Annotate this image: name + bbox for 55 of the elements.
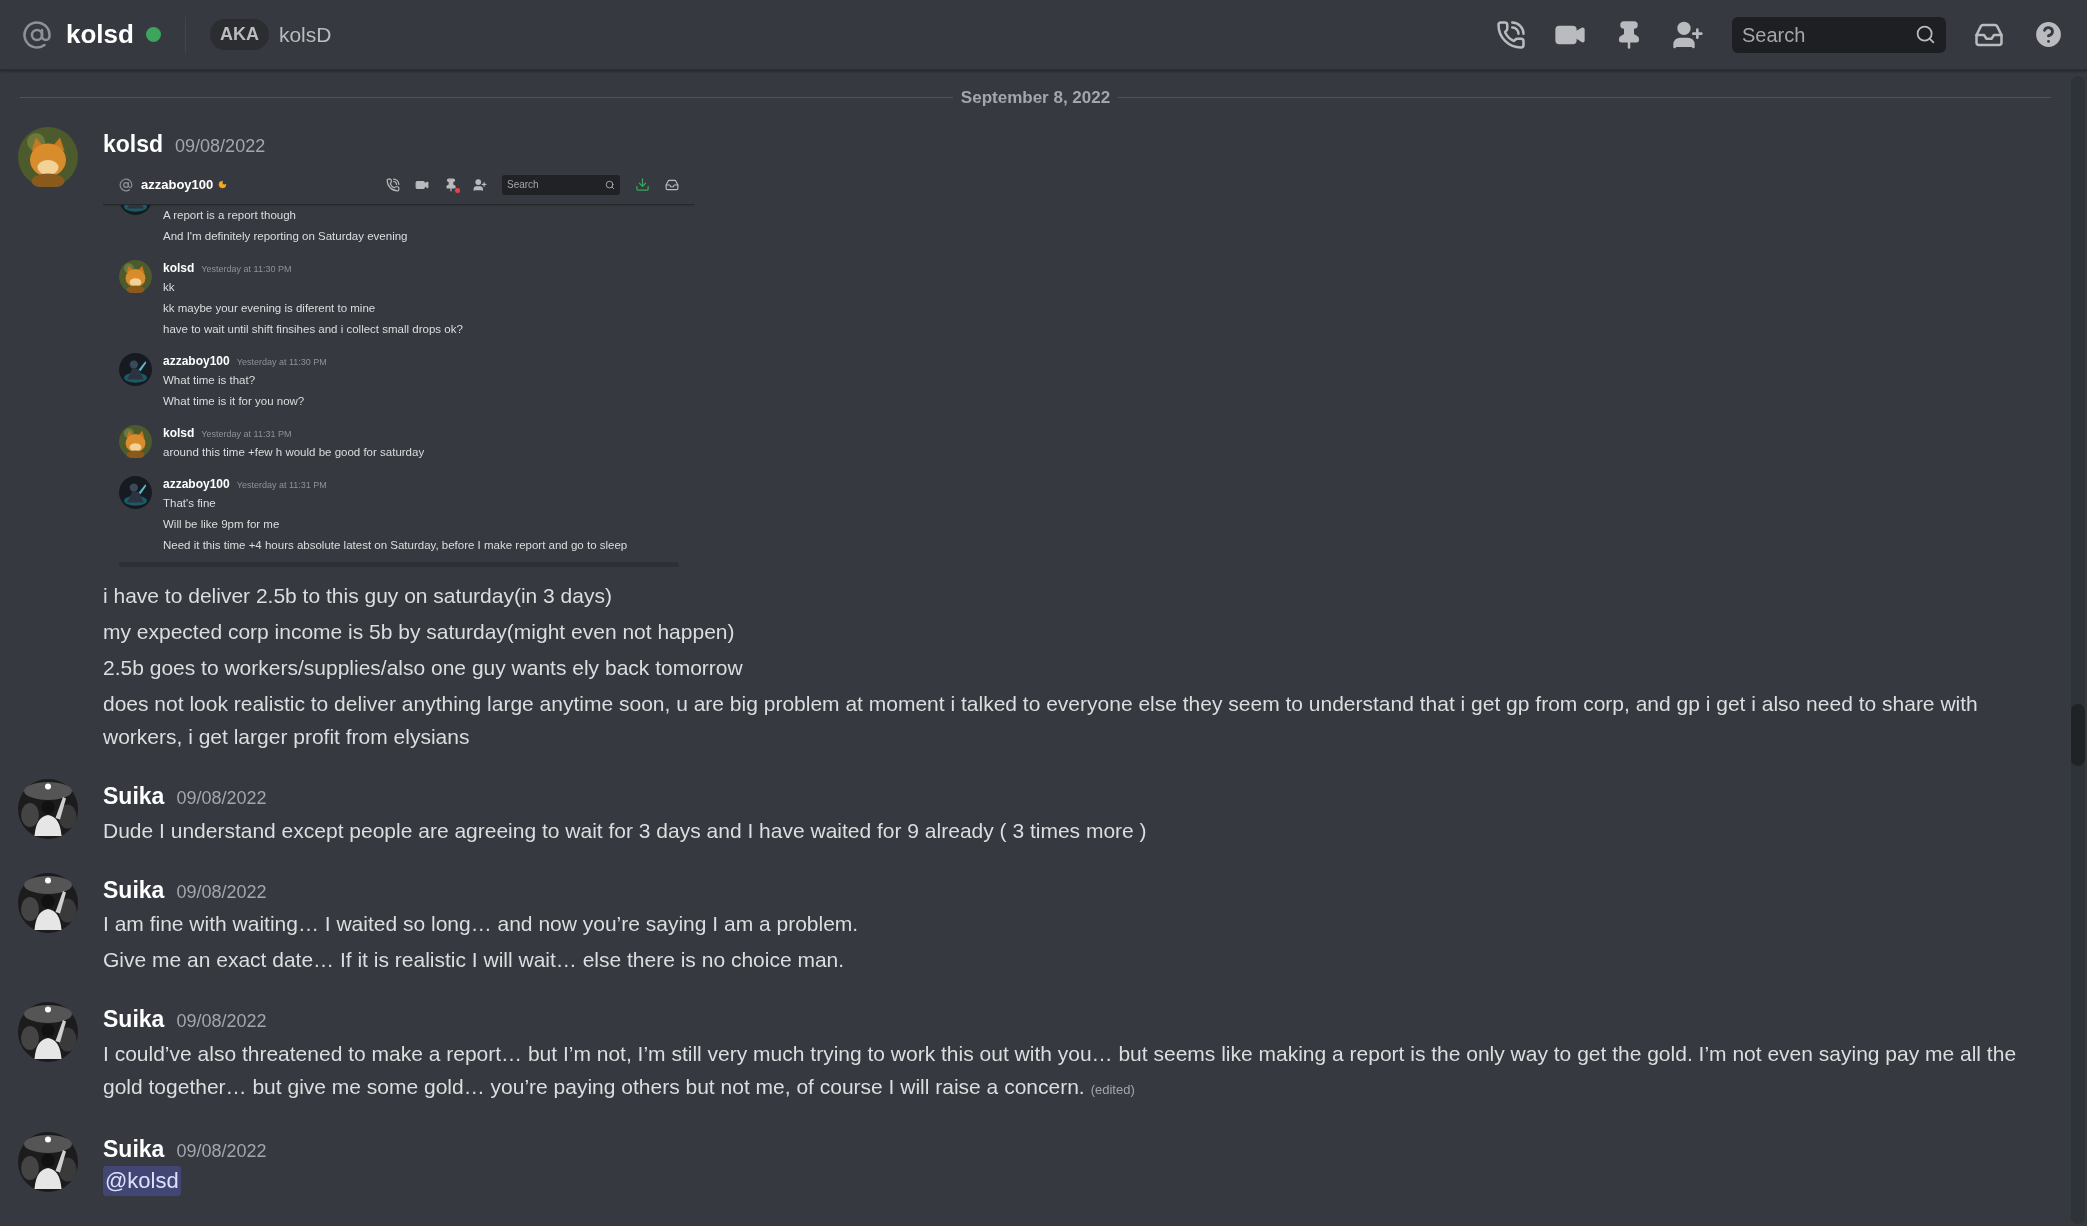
message-text: A report is a report though: [163, 208, 297, 223]
username: kolsd: [163, 260, 195, 276]
timestamp: Yesterday at 11:30 PM: [236, 356, 327, 369]
mention[interactable]: @kolsd: [103, 1166, 181, 1196]
message-text: What time is it for you now?: [163, 394, 306, 409]
message-text: Give me an exact date… If it is realistic I will wait… else there is no choice man.: [103, 947, 846, 973]
message-text: Dude I understand except people are agreeing to wait for 3 days and I have waited for 9 already ( 3 times more ): [103, 817, 1147, 844]
timestamp: 09/08/2022: [176, 880, 267, 904]
add-user-icon[interactable]: [473, 177, 487, 192]
message-text: Will be like 9pm for me: [163, 517, 281, 532]
message-text: i have to deliver 2.5b to this guy on saturday(in 3 days): [103, 583, 613, 609]
timestamp: Yesterday at 11:30 PM: [201, 263, 292, 276]
message-text: That's fine: [163, 496, 217, 511]
username: azzaboy100: [163, 353, 230, 369]
message-text: 2.5b goes to workers/supplies/also one guy wants ely back tomorrow: [103, 655, 744, 681]
channel-title: azzaboy100: [141, 175, 214, 194]
timestamp: 09/08/2022: [176, 1010, 267, 1033]
username: kolsd: [103, 129, 164, 159]
message-text: kk maybe your evening is diferent to mine: [163, 301, 377, 316]
search-icon: [605, 179, 615, 190]
message-text: Need it this time +4 hours absolute latest on Saturday, before I make report and go to sleep: [163, 538, 628, 553]
username: azzaboy100: [163, 476, 230, 492]
date-divider: September 8, 2022: [959, 87, 1112, 109]
timestamp: 09/08/2022: [175, 134, 266, 158]
message-text: I could’ve also threatened to make a report… but I’m not, I’m still very much trying to work this out with you… but seems like making a report is the only way to get the gold. I’m not even saying pay me all the gold together… but give me some gold… you’re paying others but not me, of course I will raise a concern. (edited): [103, 1040, 2018, 1100]
aka-badge: AKA: [209, 19, 269, 50]
pin-icon[interactable]: [444, 177, 458, 192]
at-icon: [22, 19, 52, 50]
username: Suika: [103, 1134, 165, 1164]
download-icon[interactable]: [635, 177, 650, 192]
message-text: And I'm definitely reporting on Saturday evening: [163, 229, 408, 244]
message-text: What time is that?: [163, 373, 257, 388]
search-icon: [1915, 24, 1936, 45]
message-text: have to wait until shift finsihes and i collect small drops ok?: [163, 322, 463, 337]
message-text: I am fine with waiting… I waited so long… and now you’re saying I am a problem.: [103, 911, 859, 937]
timestamp: 09/08/2022: [176, 787, 267, 810]
search-field[interactable]: Search: [1732, 16, 1946, 53]
username: kolsd: [163, 425, 195, 441]
username: Suika: [103, 875, 165, 905]
timestamp: Yesterday at 11:31 PM: [236, 479, 327, 492]
inbox-icon[interactable]: [665, 177, 679, 192]
channel-title: kolsd: [66, 18, 134, 51]
call-icon[interactable]: [386, 177, 400, 192]
search-field[interactable]: Search: [502, 174, 620, 195]
message-text: around this time +few h would be good for saturday: [163, 445, 425, 460]
call-icon[interactable]: [1496, 19, 1526, 50]
message-text: my expected corp income is 5b by saturday(might even not happen): [103, 619, 736, 645]
username: Suika: [103, 1005, 165, 1034]
message-text: does not look realistic to deliver anything large anytime soon, u are big problem at moment i talked to everyone else they seem to understand that i get gp from corp, and gp i get i also need to share with workers, i get larger profit from elysians: [103, 691, 1979, 750]
timestamp: 09/08/2022: [176, 1139, 267, 1163]
at-icon: [119, 177, 133, 192]
aka-name: kolsD: [278, 21, 332, 48]
timestamp: Yesterday at 11:31 PM: [201, 428, 292, 441]
message-text: kk: [163, 280, 176, 295]
username: Suika: [103, 782, 165, 811]
